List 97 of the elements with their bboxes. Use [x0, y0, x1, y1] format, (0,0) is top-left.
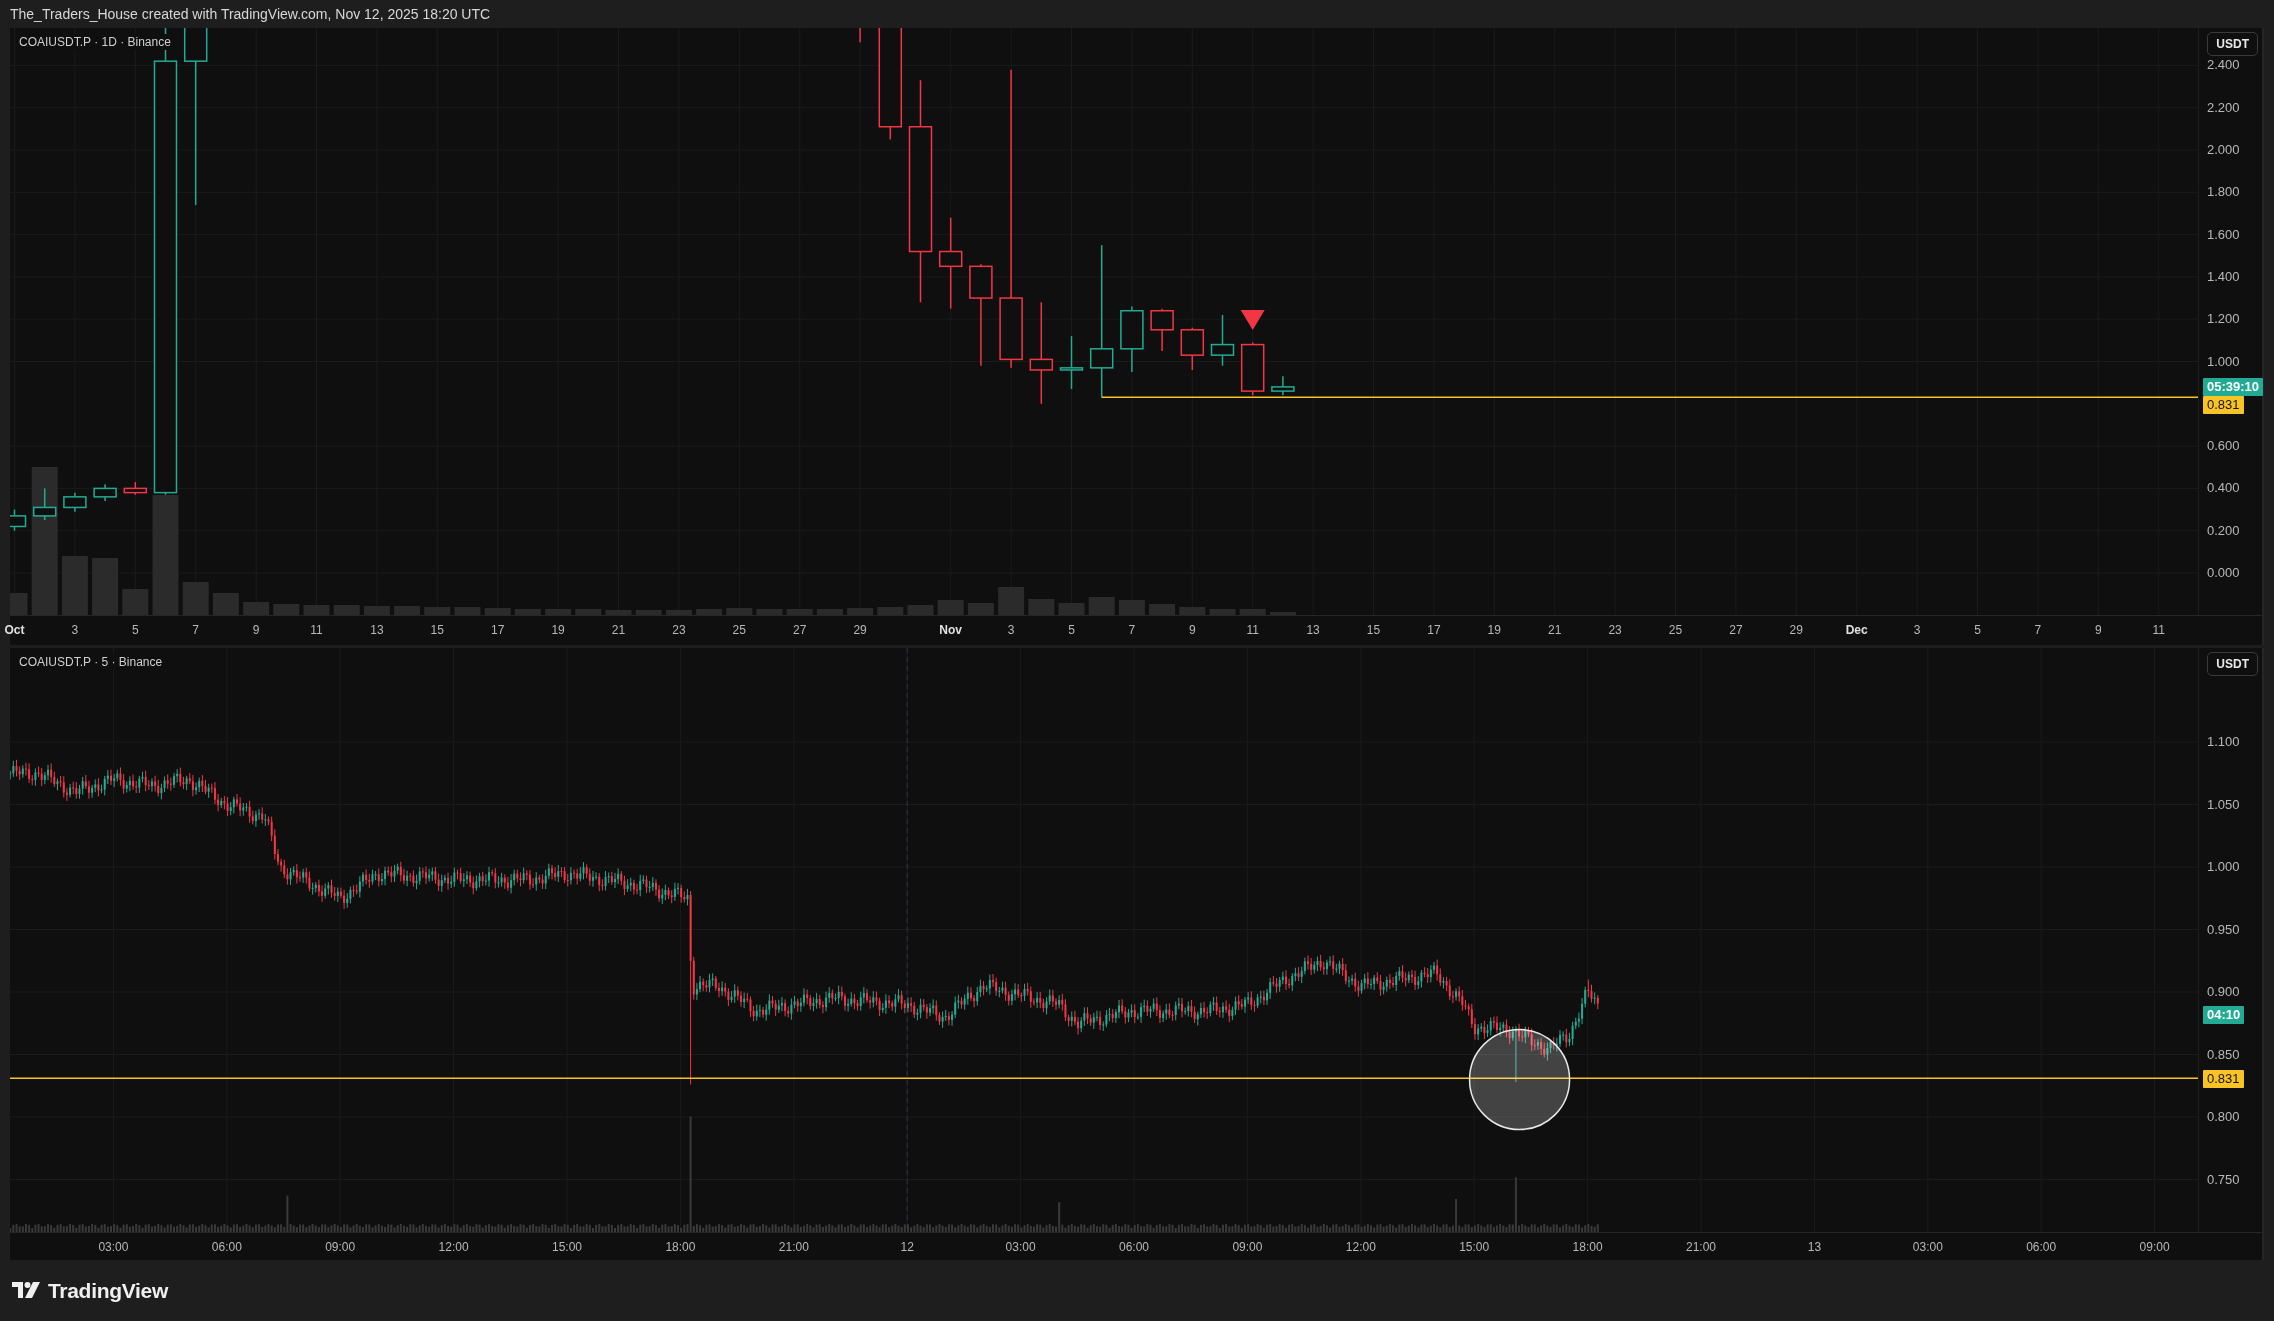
time-axis-label: 03:00	[1005, 1240, 1036, 1254]
time-axis-label: 21	[611, 623, 626, 637]
time-axis-label: 06:00	[211, 1240, 242, 1254]
brand-name: TradingView	[48, 1278, 168, 1303]
currency-button[interactable]: USDT	[2207, 652, 2258, 676]
time-axis-label: 27	[793, 623, 807, 637]
price-axis-label: 1.600	[2207, 226, 2240, 243]
time-axis-label: 25	[1668, 623, 1683, 637]
time-axis-label: 06:00	[2026, 1240, 2057, 1254]
candle	[1059, 335, 1084, 390]
time-axis-label: 29	[1789, 623, 1803, 637]
price-axis-label: 2.200	[2207, 99, 2240, 116]
time-axis-label: 17	[1427, 623, 1441, 637]
time-axis-label: 12:00	[1345, 1240, 1376, 1254]
time-axis-label: 9	[2094, 623, 2102, 637]
logo-icon	[12, 1281, 42, 1300]
price-axis-label: 0.400	[2207, 480, 2240, 497]
time-axis-label: 3	[71, 623, 79, 637]
time-axis-label: 19	[1487, 623, 1501, 637]
time-axis-label: 11	[2152, 623, 2165, 637]
time-axis-label: Nov	[939, 623, 962, 637]
time-axis-label: 21	[1548, 623, 1562, 637]
time-axis-label: 09:00	[1232, 1240, 1263, 1254]
chart-title: The_Traders_House created with TradingView.com, Nov 12, 2025 18:20 UTC	[10, 6, 491, 22]
time-axis-label: 9	[252, 623, 260, 637]
candle	[1150, 307, 1174, 352]
time-axis-label: 15:00	[1459, 1240, 1490, 1254]
candle	[63, 491, 87, 513]
time-axis-label: 09:00	[325, 1240, 356, 1254]
time-axis-label: 5	[131, 623, 139, 637]
price-axis-label: 0.850	[2207, 1046, 2240, 1063]
time-axis-label: Dec	[1845, 623, 1868, 637]
time-axis-label: 13	[1306, 623, 1320, 637]
time-axis-label: 11	[1246, 623, 1259, 637]
time-axis-label: Oct	[4, 623, 25, 637]
time-axis-label: 7	[192, 623, 200, 637]
time-axis-label: 18:00	[665, 1240, 696, 1254]
time-axis-label: 21:00	[1686, 1240, 1716, 1254]
price-axis-label: 1.200	[2207, 311, 2240, 328]
time-axis-label: 21:00	[778, 1240, 809, 1254]
candle	[1271, 375, 1295, 397]
currency-button[interactable]: USDT	[2207, 32, 2258, 56]
time-axis-label: 03:00	[1912, 1240, 1943, 1254]
time-axis-label: 09:00	[2139, 1240, 2170, 1254]
price-axis-label: 1.000	[2207, 859, 2240, 875]
price-badge: 0.831	[2203, 1070, 2244, 1088]
price-axis-label: 0.200	[2207, 522, 2240, 539]
time-axis-label: 06:00	[1119, 1240, 1149, 1254]
price-axis-label: 0.950	[2207, 921, 2240, 938]
time-axis-label: 5	[1068, 623, 1075, 637]
price-axis-label: 0.800	[2207, 1109, 2240, 1125]
time-axis-label: 7	[2034, 623, 2042, 637]
candle	[1210, 314, 1235, 367]
time-axis-label: 03:00	[98, 1240, 129, 1254]
time-axis-label: 13	[370, 623, 384, 637]
price-axis-label: 1.100	[2207, 734, 2240, 750]
time-axis-label: 29	[853, 623, 867, 637]
price-axis-label: 1.000	[2207, 353, 2240, 370]
time-axis-label: 23	[1608, 623, 1622, 637]
price-axis-label: 0.600	[2207, 438, 2240, 455]
time-axis-label: 12	[900, 1240, 914, 1254]
price-axis-label: 0.900	[2207, 984, 2240, 1000]
time-axis-label: 7	[1128, 623, 1136, 637]
time-axis-label: 18:00	[1572, 1240, 1603, 1254]
price-axis-label: 2.000	[2207, 142, 2240, 158]
candle	[123, 481, 148, 496]
time-axis-label: 5	[1974, 623, 1981, 637]
price-axis-label: 0.750	[2207, 1171, 2240, 1188]
price-axis-label: 1.050	[2207, 796, 2240, 813]
symbol-legend: COAIUSDT.P · 1D · Binance	[16, 34, 174, 50]
price-axis-label: 1.400	[2207, 268, 2240, 285]
countdown-badge: 05:39:10	[2203, 378, 2264, 396]
countdown-badge: 04:10	[2203, 1006, 2245, 1024]
price-badge: 0.831	[2203, 396, 2244, 414]
time-axis-label: 12:00	[438, 1240, 469, 1254]
sell-marker-icon	[1240, 310, 1265, 330]
candle	[1240, 341, 1265, 397]
time-axis-label: 3	[1007, 623, 1015, 637]
time-axis-label: 9	[1188, 623, 1196, 637]
time-axis-label: 15	[1366, 623, 1381, 637]
time-axis-label: 25	[732, 623, 746, 637]
candle	[93, 483, 117, 502]
price-axis-label: 2.400	[2207, 57, 2240, 74]
price-axis-label: 1.800	[2207, 184, 2240, 201]
time-axis-label: 27	[1729, 623, 1743, 637]
candle	[1120, 305, 1144, 373]
candle	[32, 487, 57, 521]
time-axis-label: 15:00	[552, 1240, 582, 1254]
time-axis-label: 3	[1913, 623, 1921, 637]
time-axis-label: 23	[672, 623, 686, 637]
time-axis-label: 13	[1807, 1240, 1822, 1254]
time-axis-label: 11	[310, 623, 323, 637]
time-axis-label: 15	[430, 623, 444, 637]
price-axis-label: 0.000	[2207, 565, 2240, 581]
candle	[1180, 326, 1205, 371]
time-axis-label: 19	[551, 623, 565, 637]
time-axis-label: 17	[491, 623, 505, 637]
